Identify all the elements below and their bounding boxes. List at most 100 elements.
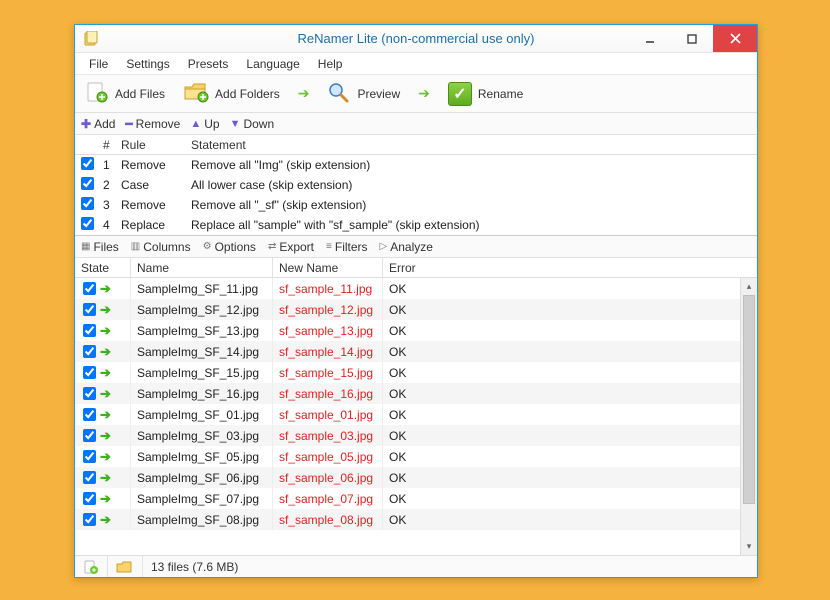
vertical-scrollbar[interactable]: ▴ ▾	[740, 278, 757, 555]
arrow-right-icon: ➔	[100, 449, 111, 465]
rule-statement: All lower case (skip extension)	[185, 178, 757, 192]
file-checkbox[interactable]	[83, 450, 96, 463]
file-checkbox[interactable]	[83, 492, 96, 505]
file-checkbox[interactable]	[83, 387, 96, 400]
files-list: ➔SampleImg_SF_11.jpgsf_sample_11.jpgOK➔S…	[75, 278, 740, 555]
file-checkbox[interactable]	[83, 471, 96, 484]
files-tab-button[interactable]: ▦Files	[81, 240, 119, 254]
file-row[interactable]: ➔SampleImg_SF_16.jpgsf_sample_16.jpgOK	[75, 383, 740, 404]
rule-down-button[interactable]: ▼Down	[230, 117, 275, 131]
file-row[interactable]: ➔SampleImg_SF_14.jpgsf_sample_14.jpgOK	[75, 341, 740, 362]
rule-number: 4	[97, 218, 115, 232]
filters-label: Filters	[335, 240, 368, 254]
file-row[interactable]: ➔SampleImg_SF_08.jpgsf_sample_08.jpgOK	[75, 509, 740, 530]
add-files-button[interactable]: Add Files	[85, 81, 165, 106]
file-checkbox[interactable]	[83, 303, 96, 316]
file-newname: sf_sample_15.jpg	[273, 362, 383, 383]
maximize-button[interactable]	[671, 25, 713, 52]
rule-row[interactable]: 1RemoveRemove all "Img" (skip extension)	[75, 155, 757, 175]
col-number[interactable]: #	[97, 138, 115, 152]
file-newname: sf_sample_05.jpg	[273, 446, 383, 467]
rule-type: Remove	[115, 158, 185, 172]
rules-panel: ✚Add ━Remove ▲Up ▼Down # Rule Statement …	[75, 113, 757, 236]
file-name: SampleImg_SF_14.jpg	[131, 341, 273, 362]
file-add-icon	[85, 81, 109, 106]
rename-button[interactable]: ✓ Rename	[448, 82, 523, 106]
add-folders-button[interactable]: Add Folders	[183, 81, 280, 106]
scroll-down-button[interactable]: ▾	[741, 538, 757, 555]
col-error[interactable]: Error	[383, 258, 443, 277]
options-button[interactable]: ⚙Options	[203, 240, 256, 254]
file-error: OK	[383, 341, 443, 362]
files-tab-label: Files	[93, 240, 118, 254]
col-name[interactable]: Name	[131, 258, 273, 277]
menubar: File Settings Presets Language Help	[75, 53, 757, 75]
arrow-right-icon: ➔	[100, 302, 111, 318]
rule-checkbox[interactable]	[81, 197, 94, 210]
rule-type: Case	[115, 178, 185, 192]
file-newname: sf_sample_12.jpg	[273, 299, 383, 320]
arrow-right-icon: ➔	[100, 512, 111, 528]
file-checkbox[interactable]	[83, 408, 96, 421]
menu-file[interactable]: File	[81, 55, 116, 73]
file-checkbox[interactable]	[83, 366, 96, 379]
menu-presets[interactable]: Presets	[180, 55, 237, 73]
rule-remove-button[interactable]: ━Remove	[125, 117, 180, 131]
rule-checkbox[interactable]	[81, 217, 94, 230]
rule-checkbox[interactable]	[81, 157, 94, 170]
export-button[interactable]: ⇄Export	[268, 240, 314, 254]
analyze-button[interactable]: ▷Analyze	[380, 240, 433, 254]
rule-add-button[interactable]: ✚Add	[81, 117, 115, 131]
col-newname[interactable]: New Name	[273, 258, 383, 277]
scroll-thumb[interactable]	[741, 295, 757, 538]
play-icon: ▷	[380, 241, 388, 252]
rule-up-button[interactable]: ▲Up	[190, 117, 219, 131]
close-button[interactable]	[713, 25, 757, 52]
files-header: State Name New Name Error	[75, 258, 757, 278]
file-newname: sf_sample_07.jpg	[273, 488, 383, 509]
file-name: SampleImg_SF_12.jpg	[131, 299, 273, 320]
titlebar: ReNamer Lite (non-commercial use only)	[75, 25, 757, 53]
menu-settings[interactable]: Settings	[118, 55, 177, 73]
minimize-button[interactable]	[629, 25, 671, 52]
file-row[interactable]: ➔SampleImg_SF_11.jpgsf_sample_11.jpgOK	[75, 278, 740, 299]
file-checkbox[interactable]	[83, 282, 96, 295]
rule-row[interactable]: 4ReplaceReplace all "sample" with "sf_sa…	[75, 215, 757, 235]
file-row[interactable]: ➔SampleImg_SF_12.jpgsf_sample_12.jpgOK	[75, 299, 740, 320]
plus-icon: ✚	[81, 117, 91, 131]
file-checkbox[interactable]	[83, 513, 96, 526]
file-row[interactable]: ➔SampleImg_SF_03.jpgsf_sample_03.jpgOK	[75, 425, 740, 446]
scroll-up-button[interactable]: ▴	[741, 278, 757, 295]
files-panel: ▦Files ▥Columns ⚙Options ⇄Export ≡Filter…	[75, 236, 757, 555]
rule-row[interactable]: 3RemoveRemove all "_sf" (skip extension)	[75, 195, 757, 215]
file-row[interactable]: ➔SampleImg_SF_07.jpgsf_sample_07.jpgOK	[75, 488, 740, 509]
col-state[interactable]: State	[75, 258, 131, 277]
file-checkbox[interactable]	[83, 429, 96, 442]
col-rule[interactable]: Rule	[115, 138, 185, 152]
file-checkbox[interactable]	[83, 324, 96, 337]
file-error: OK	[383, 362, 443, 383]
file-row[interactable]: ➔SampleImg_SF_15.jpgsf_sample_15.jpgOK	[75, 362, 740, 383]
filters-button[interactable]: ≡Filters	[326, 240, 368, 254]
file-newname: sf_sample_13.jpg	[273, 320, 383, 341]
file-row[interactable]: ➔SampleImg_SF_13.jpgsf_sample_13.jpgOK	[75, 320, 740, 341]
preview-button[interactable]: Preview	[327, 81, 400, 106]
rule-up-label: Up	[204, 117, 219, 131]
file-name: SampleImg_SF_03.jpg	[131, 425, 273, 446]
status-add-folder-button[interactable]	[108, 556, 143, 577]
status-add-file-button[interactable]	[75, 556, 108, 577]
arrow-right-icon: ➔	[100, 470, 111, 486]
file-checkbox[interactable]	[83, 345, 96, 358]
rule-row[interactable]: 2CaseAll lower case (skip extension)	[75, 175, 757, 195]
file-row[interactable]: ➔SampleImg_SF_01.jpgsf_sample_01.jpgOK	[75, 404, 740, 425]
file-row[interactable]: ➔SampleImg_SF_05.jpgsf_sample_05.jpgOK	[75, 446, 740, 467]
rule-statement: Remove all "Img" (skip extension)	[185, 158, 757, 172]
menu-language[interactable]: Language	[238, 55, 307, 73]
file-row[interactable]: ➔SampleImg_SF_06.jpgsf_sample_06.jpgOK	[75, 467, 740, 488]
rule-add-label: Add	[94, 117, 115, 131]
columns-button[interactable]: ▥Columns	[131, 240, 191, 254]
rule-checkbox[interactable]	[81, 177, 94, 190]
col-statement[interactable]: Statement	[185, 138, 757, 152]
menu-help[interactable]: Help	[310, 55, 351, 73]
rules-header: # Rule Statement	[75, 135, 757, 155]
